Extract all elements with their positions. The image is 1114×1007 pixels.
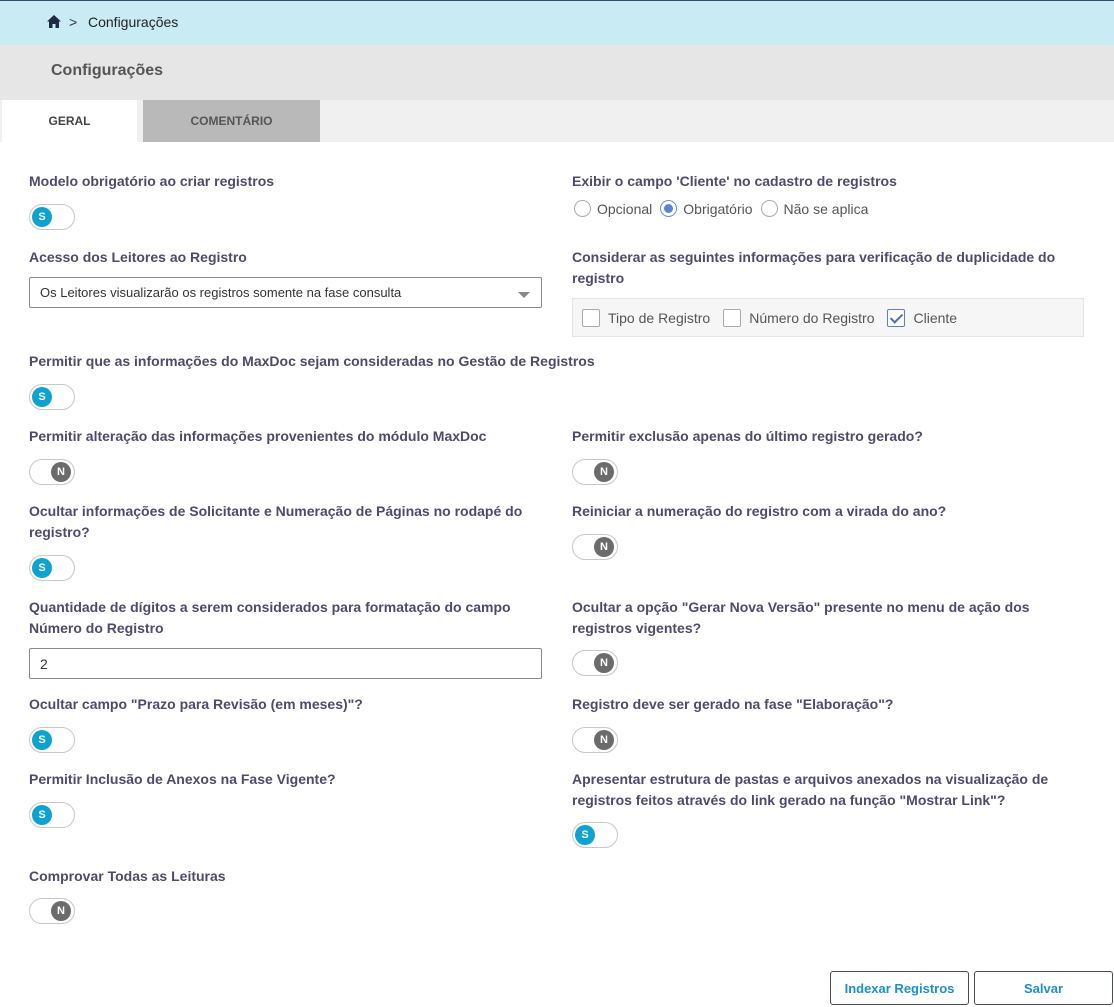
modelo-obrigatorio-label: Modelo obrigatório ao criar registros [29,173,275,189]
radio-label: Opcional [597,200,653,217]
ocultar-solicitante-toggle[interactable]: S [29,555,75,581]
checkbox-label: Tipo de Registro [608,309,711,326]
duplicidade-label-line2: registro [572,270,625,286]
ocultar-prazo-toggle[interactable]: S [29,727,75,753]
radio-opcional[interactable]: Opcional [574,200,652,217]
anexos-vigente-label: Permitir Inclusão de Anexos na Fase Vige… [29,771,336,787]
radio-button[interactable] [574,200,591,217]
checkbox-tipo-registro[interactable]: Tipo de Registro [582,308,711,327]
radio-button[interactable] [760,200,778,217]
quantidade-digitos-input[interactable] [29,648,542,679]
checkbox[interactable] [887,308,906,327]
estrutura-pastas-toggle[interactable]: S [572,822,618,848]
checkbox[interactable] [723,308,742,327]
toggle-knob: S [575,825,595,845]
radio-button[interactable] [660,200,678,217]
select-value: Os Leitores visualizarão os registros so… [40,285,402,300]
toggle-knob: N [594,462,614,482]
ocultar-nova-versao-toggle[interactable]: N [572,650,618,676]
toggle-knob: S [32,730,52,750]
home-icon[interactable] [47,15,61,28]
radio-label: Não se aplica [783,200,869,217]
page-title: Configurações [51,62,164,79]
gerado-elaboracao-toggle[interactable]: N [572,727,618,753]
checkbox-cliente[interactable]: Cliente [887,308,958,327]
ocultar-solicitante-label-line2: registro? [29,524,90,540]
acesso-leitores-label: Acesso dos Leitores ao Registro [29,249,247,265]
toggle-knob: N [51,462,71,482]
save-button[interactable]: Salvar [974,971,1113,1005]
alteracao-maxdoc-toggle[interactable]: N [29,459,75,485]
ocultar-solicitante-label-line1: Ocultar informações de Solicitante e Num… [29,503,523,519]
tab-comentario[interactable]: COMENTÁRIO [143,100,320,142]
toggle-knob: S [32,207,52,227]
acesso-leitores-select[interactable]: Os Leitores visualizarão os registros so… [29,277,542,308]
toggle-knob: N [594,653,614,673]
maxdoc-gestao-toggle[interactable]: S [29,384,75,410]
breadcrumb: > Configurações [0,0,1114,45]
ocultar-prazo-label: Ocultar campo "Prazo para Revisão (em me… [29,696,363,712]
ocultar-nova-versao-label-line2: registros vigentes? [572,620,702,636]
ocultar-nova-versao-label-line1: Ocultar a opção "Gerar Nova Versão" pres… [572,599,1030,615]
breadcrumb-current: Configurações [88,14,179,30]
anexos-vigente-toggle[interactable]: S [29,802,75,828]
exibir-cliente-radio-group: Opcional Obrigatório Não se aplica [574,200,876,217]
alteracao-maxdoc-label: Permitir alteração das informações prove… [29,428,487,444]
exclusao-ultimo-toggle[interactable]: N [572,459,618,485]
checkbox-label: Cliente [913,309,958,326]
reiniciar-numeracao-toggle[interactable]: N [572,534,618,560]
estrutura-pastas-label-line2: registros feitos através do link gerado … [572,792,1006,808]
tab-bar: GERAL COMENTÁRIO [0,100,1114,142]
comprovar-leituras-toggle[interactable]: N [29,898,75,924]
checkbox-numero-registro[interactable]: Número do Registro [723,308,875,327]
reiniciar-numeracao-label: Reiniciar a numeração do registro com a … [572,503,947,519]
exibir-cliente-label: Exibir o campo 'Cliente' no cadastro de … [572,173,897,189]
checkbox-label: Número do Registro [749,309,875,326]
toggle-knob: N [51,901,71,921]
breadcrumb-separator: > [69,14,78,30]
checkbox[interactable] [582,308,600,327]
radio-nao-se-aplica[interactable]: Não se aplica [760,200,869,217]
radio-label: Obrigatório [683,200,753,217]
comprovar-leituras-label: Comprovar Todas as Leituras [29,868,226,884]
toggle-knob: S [32,805,52,825]
tab-geral[interactable]: GERAL [2,100,137,142]
page-header: Configurações [0,45,1114,100]
chevron-down-icon [518,292,530,298]
toggle-knob: S [32,558,52,578]
duplicidade-label-line1: Considerar as seguintes informações para… [572,249,1056,265]
modelo-obrigatorio-toggle[interactable]: S [29,204,75,230]
toggle-knob: N [594,730,614,750]
estrutura-pastas-label-line1: Apresentar estrutura de pastas e arquivo… [572,771,1049,787]
duplicidade-checkbox-group: Tipo de Registro Número do Registro Clie… [572,298,1084,337]
quantidade-digitos-label-line1: Quantidade de dígitos a serem considerad… [29,599,511,615]
indexar-registros-button[interactable]: Indexar Registros [830,971,969,1005]
gerado-elaboracao-label: Registro deve ser gerado na fase "Elabor… [572,696,894,712]
maxdoc-gestao-label: Permitir que as informações do MaxDoc se… [29,353,595,369]
toggle-knob: N [594,537,614,557]
exclusao-ultimo-label: Permitir exclusão apenas do último regis… [572,428,923,444]
toggle-knob: S [32,387,52,407]
quantidade-digitos-label-line2: Número do Registro [29,620,164,636]
radio-obrigatorio[interactable]: Obrigatório [660,200,753,217]
